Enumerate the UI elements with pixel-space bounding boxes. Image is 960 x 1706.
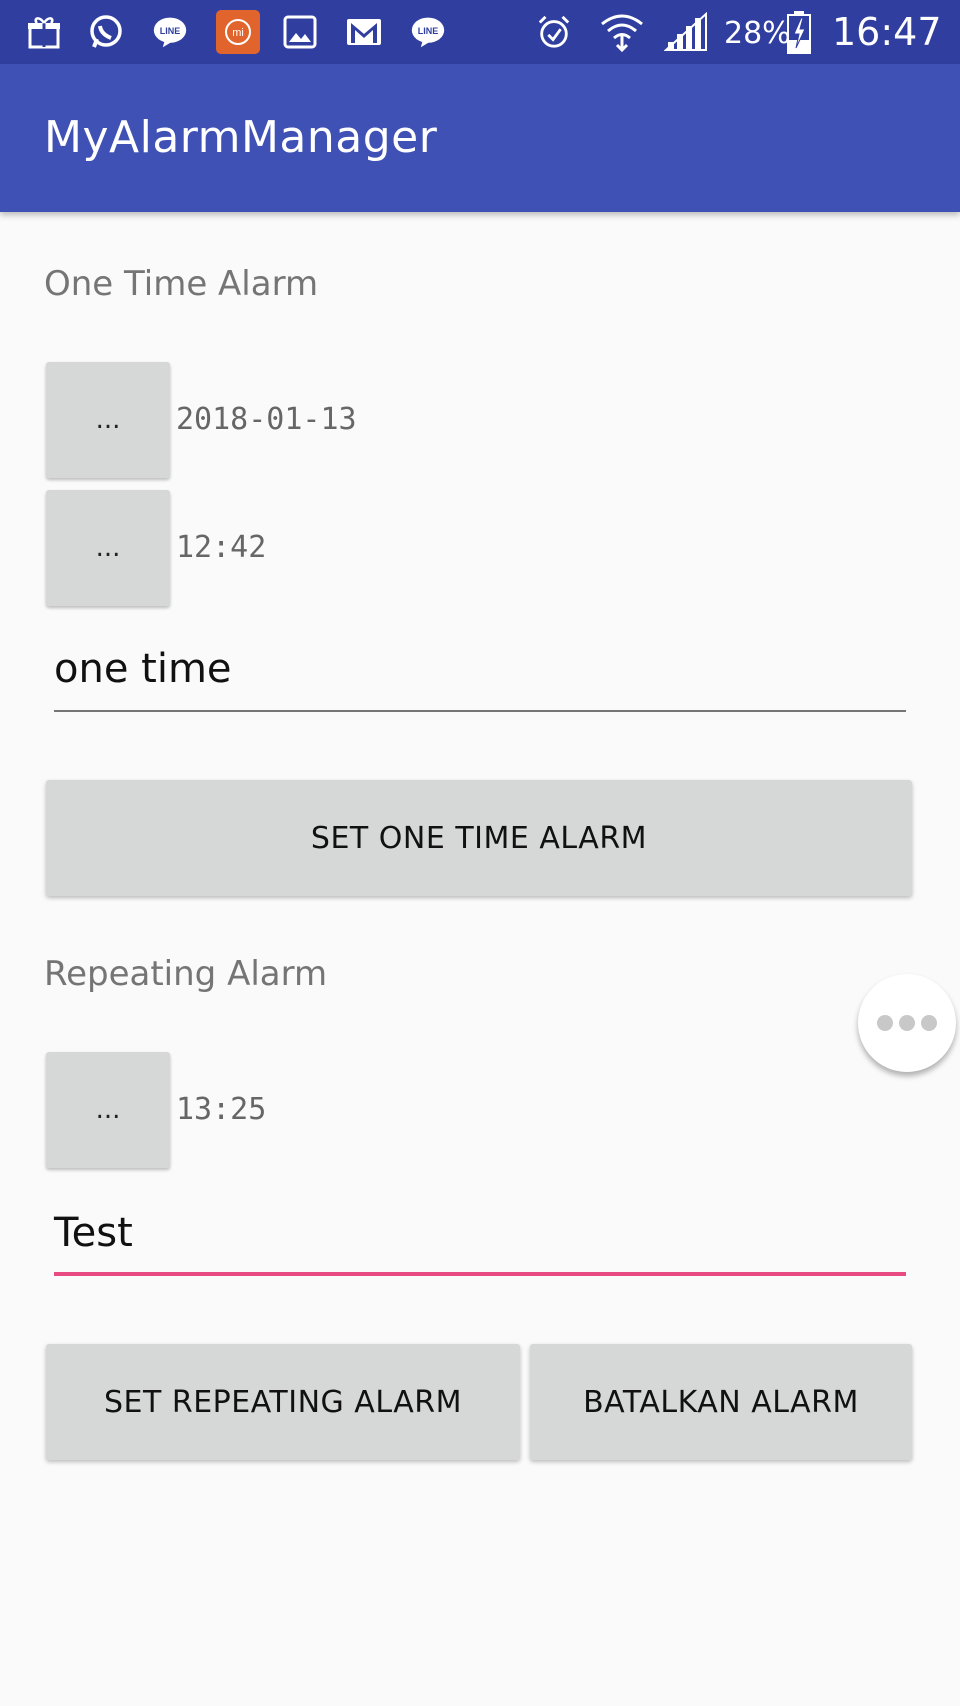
pick-time-button[interactable]: ... bbox=[46, 490, 170, 606]
one-time-message-value: one time bbox=[54, 646, 232, 692]
mi-icon: mi bbox=[216, 10, 260, 54]
gmail-icon bbox=[346, 14, 382, 50]
one-time-message-field[interactable]: one time bbox=[54, 642, 906, 712]
signal-icon bbox=[664, 12, 708, 51]
repeating-time-value: 13:25 bbox=[176, 1092, 267, 1127]
set-repeating-alarm-button[interactable]: SET REPEATING ALARM bbox=[46, 1344, 520, 1460]
alarm-icon bbox=[536, 14, 572, 50]
repeating-message-value: Test bbox=[54, 1210, 133, 1256]
repeating-message-field[interactable]: Test bbox=[54, 1206, 906, 1276]
field-underline bbox=[54, 710, 906, 712]
pick-repeating-time-button[interactable]: ... bbox=[46, 1052, 170, 1168]
cancel-alarm-button[interactable]: BATALKAN ALARM bbox=[530, 1344, 912, 1460]
svg-text:LINE: LINE bbox=[418, 26, 439, 36]
floating-more-button[interactable] bbox=[858, 974, 956, 1072]
more-dot-icon bbox=[899, 1015, 915, 1031]
more-dot-icon bbox=[877, 1015, 893, 1031]
repeating-section-title: Repeating Alarm bbox=[44, 954, 328, 994]
battery-charging-icon bbox=[784, 10, 814, 54]
app-bar: MyAlarmManager bbox=[0, 64, 960, 212]
pick-date-button[interactable]: ... bbox=[46, 362, 170, 478]
field-underline-focused bbox=[54, 1272, 906, 1276]
one-time-section-title: One Time Alarm bbox=[44, 264, 319, 304]
line-icon: LINE bbox=[152, 14, 188, 50]
gallery-icon bbox=[282, 14, 318, 50]
status-bar: LINE mi LINE 28% 16:47 bbox=[0, 0, 960, 64]
whatsapp-icon bbox=[88, 14, 124, 50]
line-icon: LINE bbox=[410, 14, 446, 50]
wifi-icon bbox=[600, 14, 644, 52]
clock: 16:47 bbox=[832, 10, 942, 54]
set-one-time-alarm-button[interactable]: SET ONE TIME ALARM bbox=[46, 780, 912, 896]
svg-text:LINE: LINE bbox=[160, 26, 181, 36]
gift-icon bbox=[26, 14, 62, 50]
battery-percent: 28% bbox=[724, 16, 791, 51]
date-value: 2018-01-13 bbox=[176, 402, 357, 437]
app-title: MyAlarmManager bbox=[44, 112, 438, 163]
time-value: 12:42 bbox=[176, 530, 267, 565]
svg-text:mi: mi bbox=[232, 27, 244, 39]
more-dot-icon bbox=[921, 1015, 937, 1031]
